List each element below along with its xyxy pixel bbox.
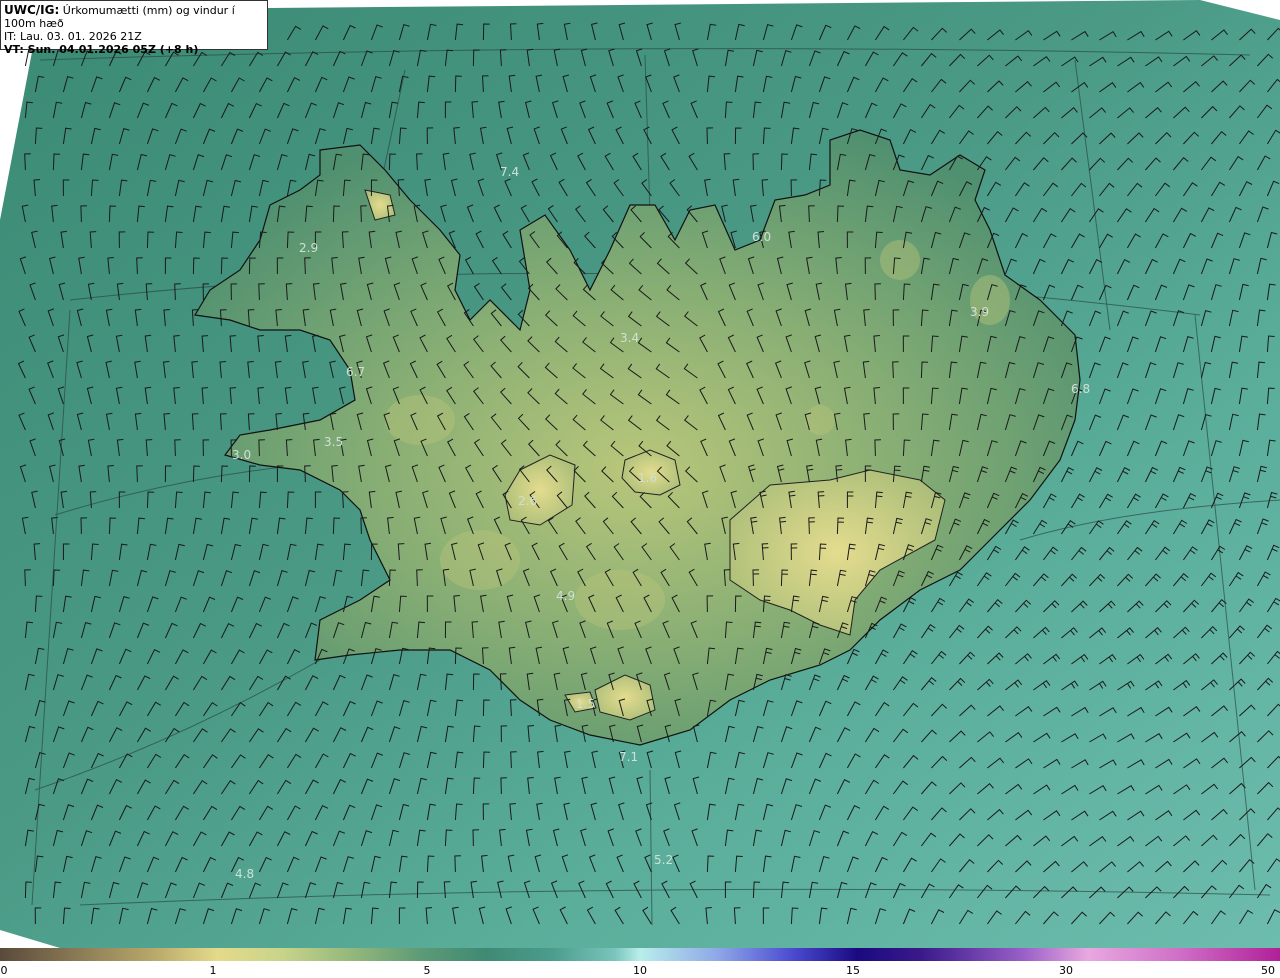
map-label: 3.5 bbox=[324, 435, 343, 449]
map-label: 6.8 bbox=[1071, 382, 1090, 396]
map-label: 3.9 bbox=[970, 305, 989, 319]
map-label: 6.0 bbox=[752, 230, 771, 244]
map-label: 3.0 bbox=[232, 448, 251, 462]
colorbar-tick: 15 bbox=[846, 964, 860, 977]
valid-time: VT: Sun. 04.01.2026 05Z (+8 h) bbox=[4, 43, 199, 56]
colorbar-legend: 0 1 5 10 15 30 50 bbox=[0, 948, 1280, 978]
map-label: 1.6 bbox=[638, 471, 657, 485]
colorbar-gradient bbox=[0, 948, 1280, 961]
product-name: UWC/IG: bbox=[4, 3, 60, 17]
colorbar-tick: 1 bbox=[209, 964, 217, 977]
colorbar-tick: 50 bbox=[1261, 964, 1275, 977]
forecast-map: 7.4 2.9 3.4 3.9 6.8 6.7 3.5 3.0 4.9 7.1 … bbox=[0, 0, 1280, 948]
colorbar-tick: 0 bbox=[0, 964, 8, 977]
map-label: 7.4 bbox=[500, 165, 519, 179]
map-label: 2.9 bbox=[299, 241, 318, 255]
map-label: 6.7 bbox=[346, 365, 365, 379]
title-line: UWC/IG: Úrkomumætti (mm) og vindur í 100… bbox=[4, 3, 264, 31]
map-label: 4.8 bbox=[235, 867, 254, 881]
map-label: 4.9 bbox=[556, 589, 575, 603]
map-label: 3.4 bbox=[620, 331, 639, 345]
colorbar-tick: 10 bbox=[633, 964, 647, 977]
issue-time: IT: Lau. 03. 01. 2026 21Z bbox=[4, 30, 142, 43]
map-label: 7.1 bbox=[619, 750, 638, 764]
map-label: 5.2 bbox=[654, 853, 673, 867]
map-label: 2.6 bbox=[518, 494, 537, 508]
colorbar-tick: 5 bbox=[423, 964, 431, 977]
map-title-box: UWC/IG: Úrkomumætti (mm) og vindur í 100… bbox=[0, 0, 268, 56]
map-label: 1.5 bbox=[576, 697, 595, 711]
colorbar-tick: 30 bbox=[1059, 964, 1073, 977]
